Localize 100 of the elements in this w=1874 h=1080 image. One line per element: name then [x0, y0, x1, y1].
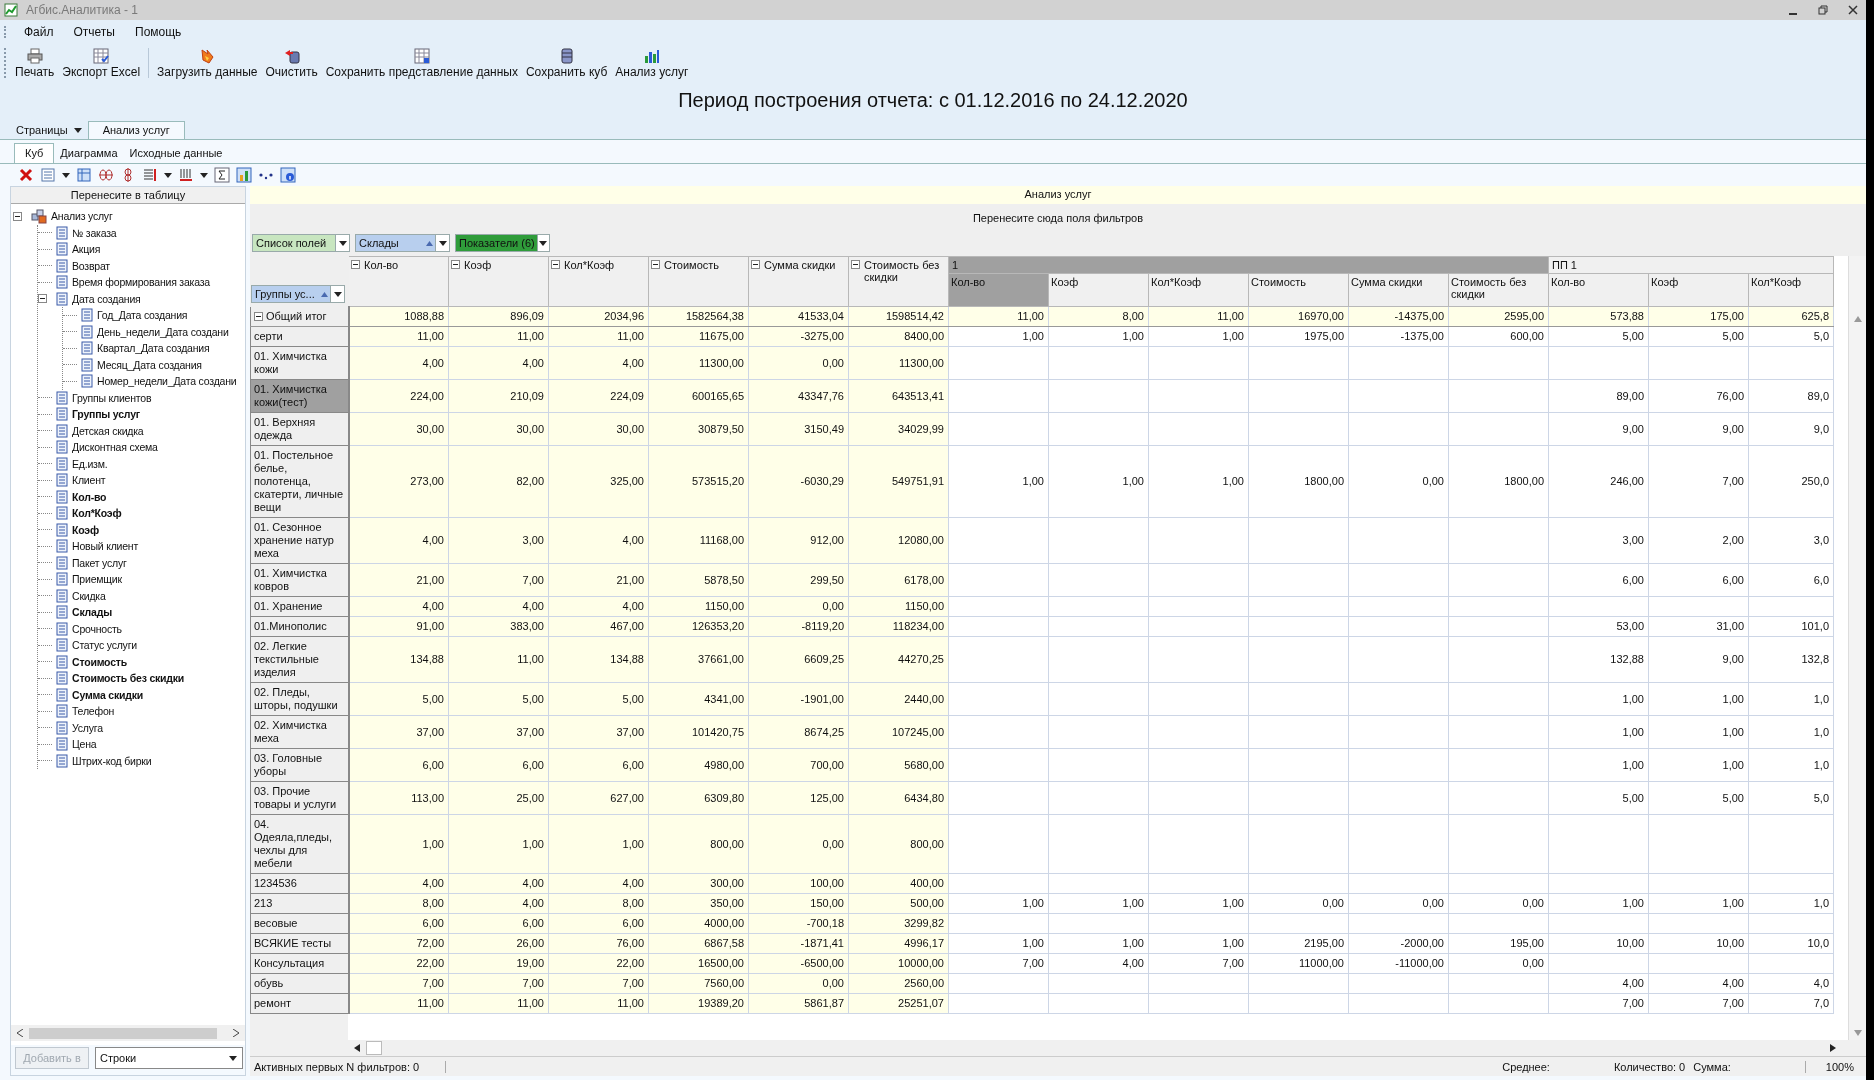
clear-button[interactable]: Очистить [262, 46, 321, 80]
row-header[interactable]: Консультация [250, 953, 349, 974]
menu-item[interactable]: Отчеты [63, 22, 125, 42]
scroll-thumb[interactable] [366, 1041, 382, 1055]
collapse-icon[interactable] [851, 260, 860, 269]
row-header[interactable]: 213 [250, 893, 349, 914]
collapse-icon[interactable] [38, 294, 47, 304]
row-header[interactable]: ремонт [250, 993, 349, 1014]
row-header[interactable]: 02. Легкие текстильные изделия [250, 636, 349, 683]
row-header[interactable]: 01. Постельное белье, полотенца, скатерти, личные вещи [250, 445, 349, 518]
tree-item[interactable]: Сумма скидки [72, 688, 143, 701]
analysis-button[interactable]: Анализ услуг [612, 46, 692, 80]
tree-item[interactable]: Кол-во [72, 490, 107, 503]
collapse-icon[interactable] [551, 260, 560, 269]
column-header[interactable]: Кол-во [948, 273, 1049, 307]
column-header[interactable]: Кол*Коэф [564, 259, 615, 271]
collapse-icon[interactable] [751, 260, 760, 269]
row-header[interactable]: 04. Одеяла,пледы, чехлы для мебели [250, 814, 349, 874]
target-dropdown[interactable]: Строки [95, 1047, 243, 1069]
tree-item[interactable]: День_недели_Дата создани [97, 325, 229, 338]
field-button[interactable]: Склады [355, 234, 450, 252]
tree-item[interactable]: Клиент [72, 474, 106, 487]
tree-item[interactable]: Акция [72, 243, 101, 256]
info-icon[interactable] [280, 167, 296, 183]
rows-icon[interactable] [142, 167, 158, 183]
tree-item[interactable]: Скидка [72, 589, 106, 602]
tree-item[interactable]: Группы клиентов [72, 391, 152, 404]
column-header[interactable]: Стоимость [664, 259, 720, 271]
load-data-button[interactable]: Загрузить данные [154, 46, 261, 80]
tree-item[interactable]: Склады [72, 606, 112, 619]
caret-icon[interactable] [164, 172, 172, 178]
row-header[interactable]: Общий итог [250, 306, 349, 327]
tree-item[interactable]: Телефон [72, 705, 115, 718]
horizontal-scrollbar[interactable] [250, 1040, 1866, 1056]
row-header[interactable]: 01. Химчистка кожи(тест) [250, 379, 349, 413]
row-header[interactable]: 01. Верхняя одежда [250, 412, 349, 446]
delete-icon[interactable] [18, 167, 34, 183]
tree-item[interactable]: Ед.изм. [72, 457, 108, 470]
row-header[interactable]: 1234536 [250, 873, 349, 894]
row-header[interactable]: 02. Пледы, шторы, подушки [250, 682, 349, 716]
tree-item[interactable]: Кол*Коэф [72, 507, 122, 520]
row-header[interactable]: серти [250, 326, 349, 347]
close-icon[interactable] [1848, 5, 1858, 15]
column-header[interactable]: Кол*Коэф [1748, 273, 1834, 307]
columns-icon[interactable] [178, 167, 194, 183]
tree-item[interactable]: Детская скидка [72, 424, 144, 437]
tree-item[interactable]: Статус услуги [72, 639, 137, 652]
view-tab[interactable]: Куб [14, 143, 55, 163]
menu-item[interactable]: Файл [14, 22, 64, 42]
sigma-icon[interactable] [214, 167, 230, 183]
tree-item[interactable]: № заказа [72, 226, 117, 239]
chart-icon[interactable] [236, 167, 252, 183]
view-tab[interactable]: Исходные данные [123, 143, 229, 163]
column-header[interactable]: Кол*Коэф [1148, 273, 1249, 307]
tree-item[interactable]: Дата создания [72, 292, 141, 305]
tree-item[interactable]: Год_Дата создания [97, 309, 188, 322]
tree-item[interactable]: Стоимость [72, 655, 127, 668]
scroll-thumb[interactable] [29, 1027, 217, 1039]
tree-item[interactable]: Стоимость без скидки [72, 672, 185, 685]
tree-item[interactable]: Коэф [72, 523, 99, 536]
tree-item[interactable]: Анализ услуг [51, 210, 113, 223]
tree-item[interactable]: Цена [72, 738, 97, 751]
column-header[interactable]: Стоимость без скидки [1448, 273, 1549, 307]
tree-item[interactable]: Время формирования заказа [72, 276, 210, 289]
row-header[interactable]: 03. Прочие товары и услуги [250, 781, 349, 815]
page-tab[interactable]: Анализ услуг [87, 121, 185, 139]
tree-item[interactable]: Приемщик [72, 573, 122, 586]
tree-item[interactable]: Номер_недели_Дата создани [97, 375, 237, 388]
collapse-icon[interactable] [451, 260, 460, 269]
view-tab[interactable]: Диаграмма [54, 143, 124, 163]
tree-item[interactable]: Возврат [72, 259, 110, 272]
row-header[interactable]: 02. Химчистка меха [250, 715, 349, 749]
column-group-header[interactable]: 1 [948, 256, 1549, 274]
tree-item[interactable]: Услуга [72, 721, 103, 734]
tree-item[interactable]: Месяц_Дата создания [97, 358, 202, 371]
column-header[interactable]: Кол-во [1548, 273, 1649, 307]
field-button[interactable]: Группы ус... [251, 285, 345, 303]
column-header[interactable]: Коэф [1648, 273, 1749, 307]
tree-item[interactable]: Квартал_Дата создания [97, 342, 210, 355]
column-header[interactable]: Коэф [464, 259, 492, 271]
tree-item[interactable]: Новый клиент [72, 540, 139, 553]
export-button[interactable]: Экспорт Excel [59, 46, 144, 80]
restore-icon[interactable] [1818, 5, 1828, 15]
row-header[interactable]: весовые [250, 913, 349, 934]
column-header[interactable]: Коэф [1048, 273, 1149, 307]
row-header[interactable]: ВСЯКИЕ тесты [250, 933, 349, 954]
column-header[interactable]: Сумма скидки [1348, 273, 1449, 307]
row-header[interactable]: 01.Минополис [250, 616, 349, 637]
row-header[interactable]: 01. Химчистка кожи [250, 346, 349, 380]
tree-item[interactable]: Дисконтная схема [72, 441, 158, 454]
caret-icon[interactable] [62, 172, 70, 178]
collapse-icon[interactable] [351, 260, 360, 269]
caret-icon[interactable] [200, 172, 208, 178]
collapse-icon[interactable] [651, 260, 660, 269]
horizontal-scrollbar[interactable] [11, 1025, 245, 1041]
field-button[interactable]: Показатели (6) [455, 234, 550, 252]
circles-icon[interactable] [98, 167, 114, 183]
save-cube-button[interactable]: Сохранить куб [522, 46, 611, 80]
column-group-header[interactable]: ПП 1 [1548, 256, 1834, 274]
grid-icon[interactable] [76, 167, 92, 183]
